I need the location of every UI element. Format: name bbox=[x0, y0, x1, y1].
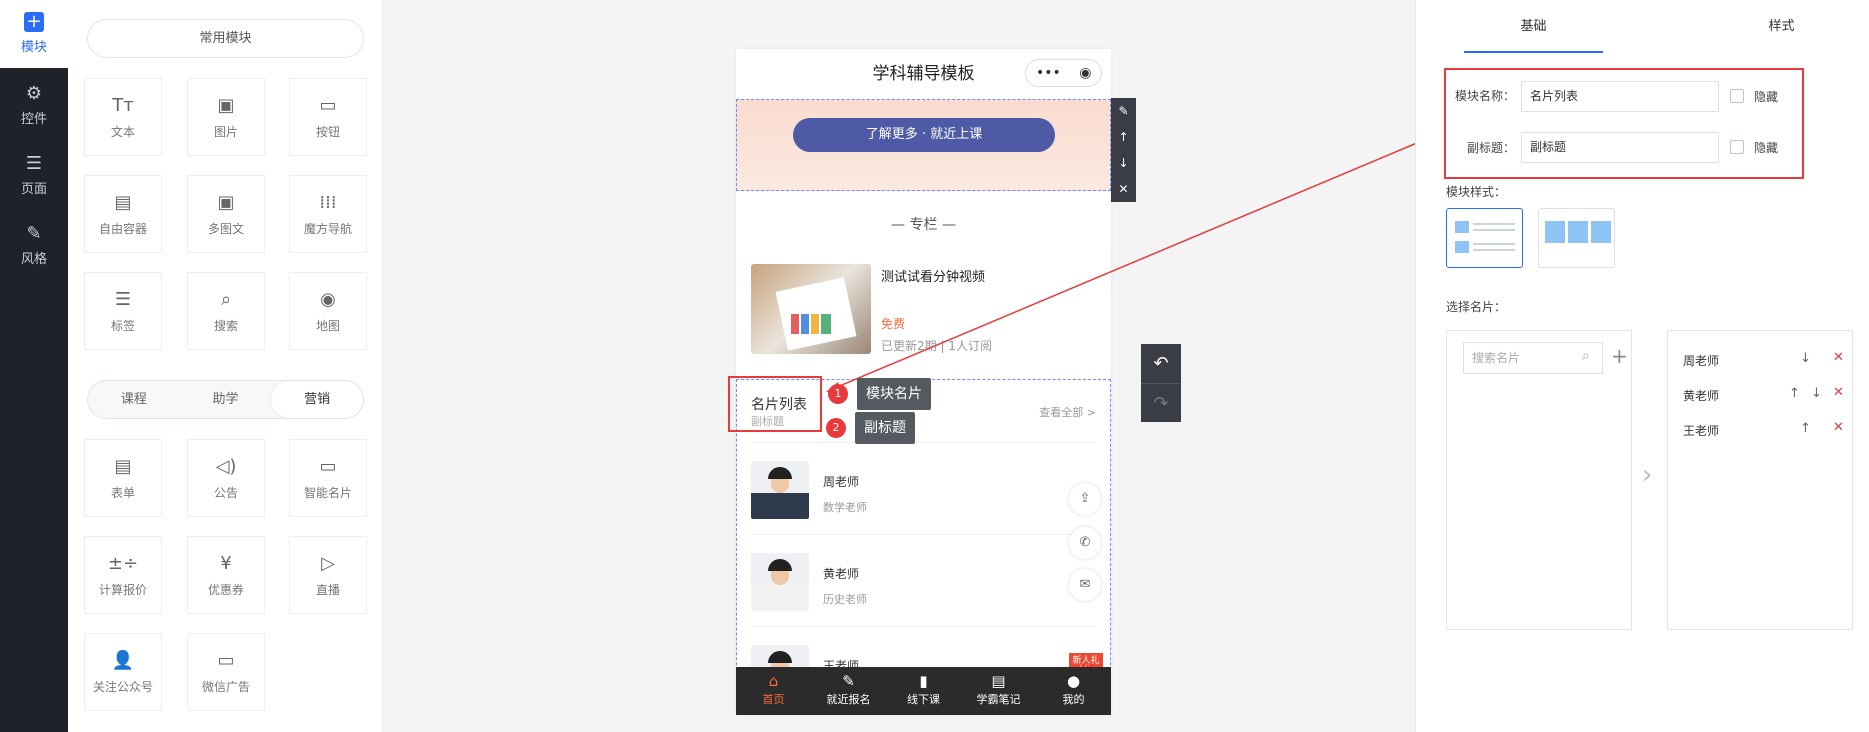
subtitle-input[interactable]: 副标题 bbox=[1521, 132, 1719, 163]
search-icon[interactable]: ⌕ bbox=[1582, 348, 1590, 364]
move-down-icon[interactable]: ↓ bbox=[1800, 351, 1811, 366]
annotation-badge-2: 2 bbox=[826, 418, 846, 438]
delete-icon[interactable]: ✕ bbox=[1833, 385, 1844, 400]
hide-subtitle-checkbox[interactable] bbox=[1730, 140, 1744, 154]
selected-cards-box bbox=[1667, 330, 1853, 630]
selected-card-item: 王老师 bbox=[1683, 424, 1720, 438]
annotation-tip-2: 副标题 bbox=[855, 412, 915, 444]
hide-label: 隐藏 bbox=[1754, 90, 1779, 104]
hide-name-checkbox[interactable] bbox=[1730, 89, 1744, 103]
module-name-input[interactable]: 名片列表 bbox=[1521, 81, 1719, 112]
annotation-badge-1: 1 bbox=[828, 384, 848, 404]
module-name-label: 模块名称： bbox=[1455, 89, 1516, 103]
selected-card-item: 黄老师 bbox=[1683, 389, 1720, 403]
tab-style[interactable]: 样式 bbox=[1712, 0, 1851, 53]
selected-card-item: 周老师 bbox=[1683, 354, 1720, 368]
hide-label: 隐藏 bbox=[1754, 141, 1779, 155]
card-source-box bbox=[1446, 330, 1632, 630]
tab-basic[interactable]: 基础 bbox=[1464, 0, 1603, 53]
style-option-list[interactable] bbox=[1446, 208, 1523, 268]
delete-icon[interactable]: ✕ bbox=[1833, 420, 1844, 435]
annotation-tip-1: 模块名片 bbox=[857, 378, 931, 410]
move-down-icon[interactable]: ↓ bbox=[1811, 386, 1822, 401]
highlight-box-title bbox=[728, 376, 822, 432]
module-style-label: 模块样式： bbox=[1446, 185, 1507, 199]
move-up-icon[interactable]: ↑ bbox=[1800, 421, 1811, 436]
chevron-right-icon[interactable]: › bbox=[1642, 460, 1652, 490]
add-icon[interactable]: + bbox=[1611, 344, 1628, 368]
style-option-grid[interactable] bbox=[1538, 208, 1615, 268]
select-card-label: 选择名片： bbox=[1446, 300, 1507, 314]
subtitle-label: 副标题： bbox=[1467, 141, 1516, 155]
delete-icon[interactable]: ✕ bbox=[1833, 350, 1844, 365]
move-up-icon[interactable]: ↑ bbox=[1789, 386, 1800, 401]
